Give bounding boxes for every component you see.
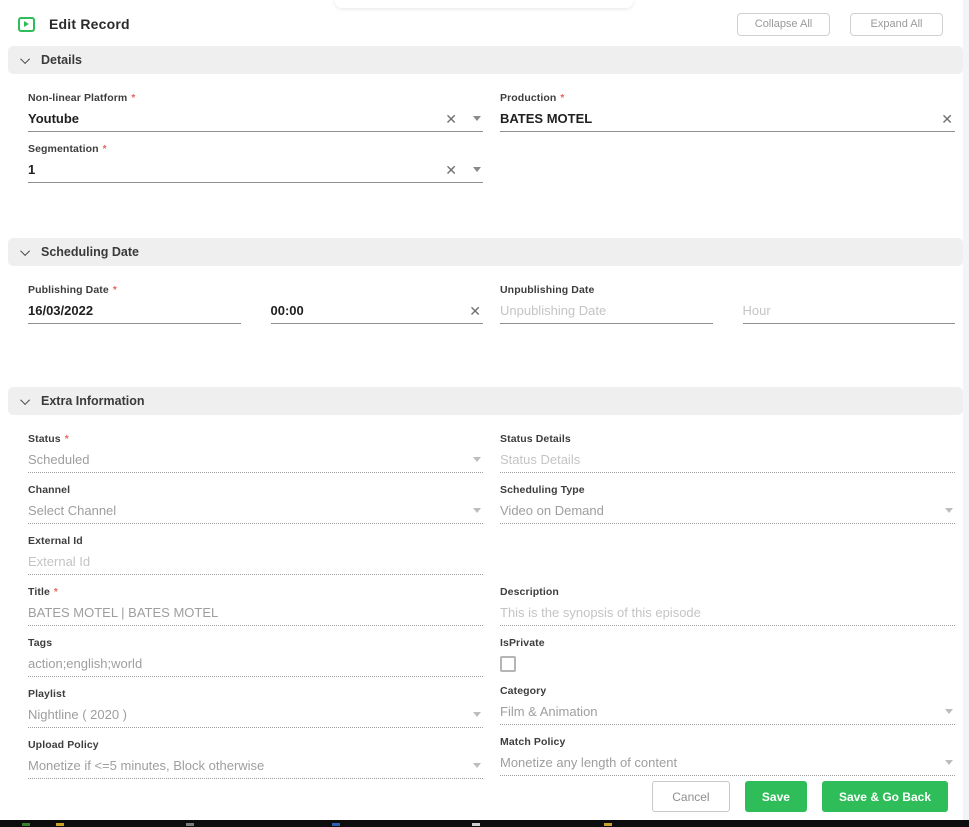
field-label: Title [28, 586, 50, 598]
field-label: Category [500, 685, 547, 697]
footer-actions: Cancel Save Save & Go Back [651, 781, 948, 812]
chevron-down-icon [20, 394, 31, 405]
dropdown-arrow-icon[interactable] [945, 760, 953, 765]
field-label: Unpublishing Date [500, 284, 595, 296]
external-id-input[interactable] [28, 554, 483, 569]
clear-icon[interactable]: ✕ [443, 112, 459, 126]
status-value[interactable]: Scheduled [28, 452, 459, 467]
upload-policy-value[interactable]: Monetize if <=5 minutes, Block otherwise [28, 758, 459, 773]
save-button[interactable]: Save [744, 781, 807, 812]
segmentation-input[interactable] [28, 162, 444, 177]
clear-icon[interactable]: ✕ [443, 163, 459, 177]
cancel-button[interactable]: Cancel [651, 781, 730, 812]
description-input[interactable] [500, 605, 955, 620]
chevron-down-icon [20, 53, 31, 64]
details-section-body: Non-linear Platform * ✕ Segmentation * ✕ [0, 74, 963, 238]
field-status-details: Status Details [500, 433, 955, 473]
section-header-details[interactable]: Details [8, 46, 963, 74]
channel-value[interactable]: Select Channel [28, 503, 459, 518]
field-nonlinear-platform: Non-linear Platform * ✕ [28, 92, 483, 132]
page-title: Edit Record [49, 16, 130, 32]
dropdown-arrow-icon[interactable] [473, 457, 481, 462]
expand-all-button[interactable]: Expand All [850, 12, 943, 36]
taskbar-strip [0, 820, 969, 827]
dropdown-arrow-icon[interactable] [945, 508, 953, 513]
section-header-scheduling-date[interactable]: Scheduling Date [8, 238, 963, 266]
field-label: Segmentation [28, 143, 99, 155]
collapse-all-button[interactable]: Collapse All [737, 12, 830, 36]
section-title: Extra Information [41, 394, 145, 408]
required-asterisk: * [102, 143, 107, 155]
playlist-value[interactable]: Nightline ( 2020 ) [28, 707, 459, 722]
required-asterisk: * [64, 433, 69, 445]
field-label: IsPrivate [500, 637, 545, 649]
title-value[interactable]: BATES MOTEL | BATES MOTEL [28, 605, 483, 620]
field-label: Channel [28, 484, 71, 496]
field-is-private: IsPrivate [500, 637, 955, 672]
field-title: Title * BATES MOTEL | BATES MOTEL [28, 586, 483, 626]
field-label: Scheduling Type [500, 484, 585, 496]
field-label: Playlist [28, 688, 66, 700]
field-category: Category Film & Animation [500, 685, 955, 725]
field-unpublishing-date: Unpublishing Date [500, 284, 955, 324]
clear-icon[interactable]: ✕ [467, 304, 483, 318]
required-asterisk: * [560, 92, 565, 104]
toast-remnant [335, 0, 633, 8]
dropdown-arrow-icon[interactable] [473, 712, 481, 717]
dropdown-arrow-icon[interactable] [945, 709, 953, 714]
required-asterisk: * [112, 284, 117, 296]
scheduling-section-body: Publishing Date * ✕ Unpublishing Date [0, 266, 963, 387]
field-label: Match Policy [500, 736, 566, 748]
field-production: Production * ✕ [500, 92, 955, 132]
field-label: Status Details [500, 433, 571, 445]
field-label: Description [500, 586, 559, 598]
field-upload-policy: Upload Policy Monetize if <=5 minutes, B… [28, 739, 483, 779]
publishing-hour-input[interactable] [270, 303, 468, 318]
unpublishing-date-input[interactable] [500, 303, 713, 318]
section-title: Scheduling Date [41, 245, 139, 259]
tags-value[interactable]: action;english;world [28, 656, 483, 671]
clear-icon[interactable]: ✕ [939, 112, 955, 126]
section-title: Details [41, 53, 82, 67]
field-label: Production [500, 92, 557, 104]
field-playlist: Playlist Nightline ( 2020 ) [28, 688, 483, 728]
is-private-checkbox[interactable] [500, 656, 516, 672]
scheduling-type-value[interactable]: Video on Demand [500, 503, 931, 518]
field-match-policy: Match Policy Monetize any length of cont… [500, 736, 955, 776]
video-play-icon [18, 16, 35, 32]
publishing-date-input[interactable] [28, 303, 241, 318]
production-input[interactable] [500, 111, 940, 126]
status-details-input[interactable] [500, 452, 955, 467]
field-label: Publishing Date [28, 284, 109, 296]
dropdown-arrow-icon[interactable] [473, 508, 481, 513]
field-status: Status * Scheduled [28, 433, 483, 473]
category-value[interactable]: Film & Animation [500, 704, 931, 719]
required-asterisk: * [131, 92, 136, 104]
chevron-down-icon [20, 245, 31, 256]
field-channel: Channel Select Channel [28, 484, 483, 524]
field-external-id: External Id [28, 535, 483, 575]
match-policy-value[interactable]: Monetize any length of content [500, 755, 931, 770]
save-and-go-back-button[interactable]: Save & Go Back [821, 781, 948, 812]
field-label: Non-linear Platform [28, 92, 128, 104]
dropdown-arrow-icon[interactable] [473, 763, 481, 768]
field-scheduling-type: Scheduling Type Video on Demand [500, 484, 955, 524]
unpublishing-hour-input[interactable] [742, 303, 955, 318]
required-asterisk: * [53, 586, 58, 598]
dropdown-arrow-icon[interactable] [473, 167, 481, 172]
extra-section-body: Status * Scheduled Channel Select Channe… [0, 415, 963, 820]
section-header-extra-information[interactable]: Extra Information [8, 387, 963, 415]
field-publishing-date: Publishing Date * ✕ [28, 284, 483, 324]
field-description: Description [500, 586, 955, 626]
field-tags: Tags action;english;world [28, 637, 483, 677]
field-label: Tags [28, 637, 53, 649]
field-label: External Id [28, 535, 83, 547]
field-label: Upload Policy [28, 739, 99, 751]
field-label: Status [28, 433, 61, 445]
field-segmentation: Segmentation * ✕ [28, 143, 483, 183]
edit-record-card: Edit Record Collapse All Expand All Deta… [0, 0, 963, 820]
nonlinear-platform-input[interactable] [28, 111, 444, 126]
dropdown-arrow-icon[interactable] [473, 116, 481, 121]
